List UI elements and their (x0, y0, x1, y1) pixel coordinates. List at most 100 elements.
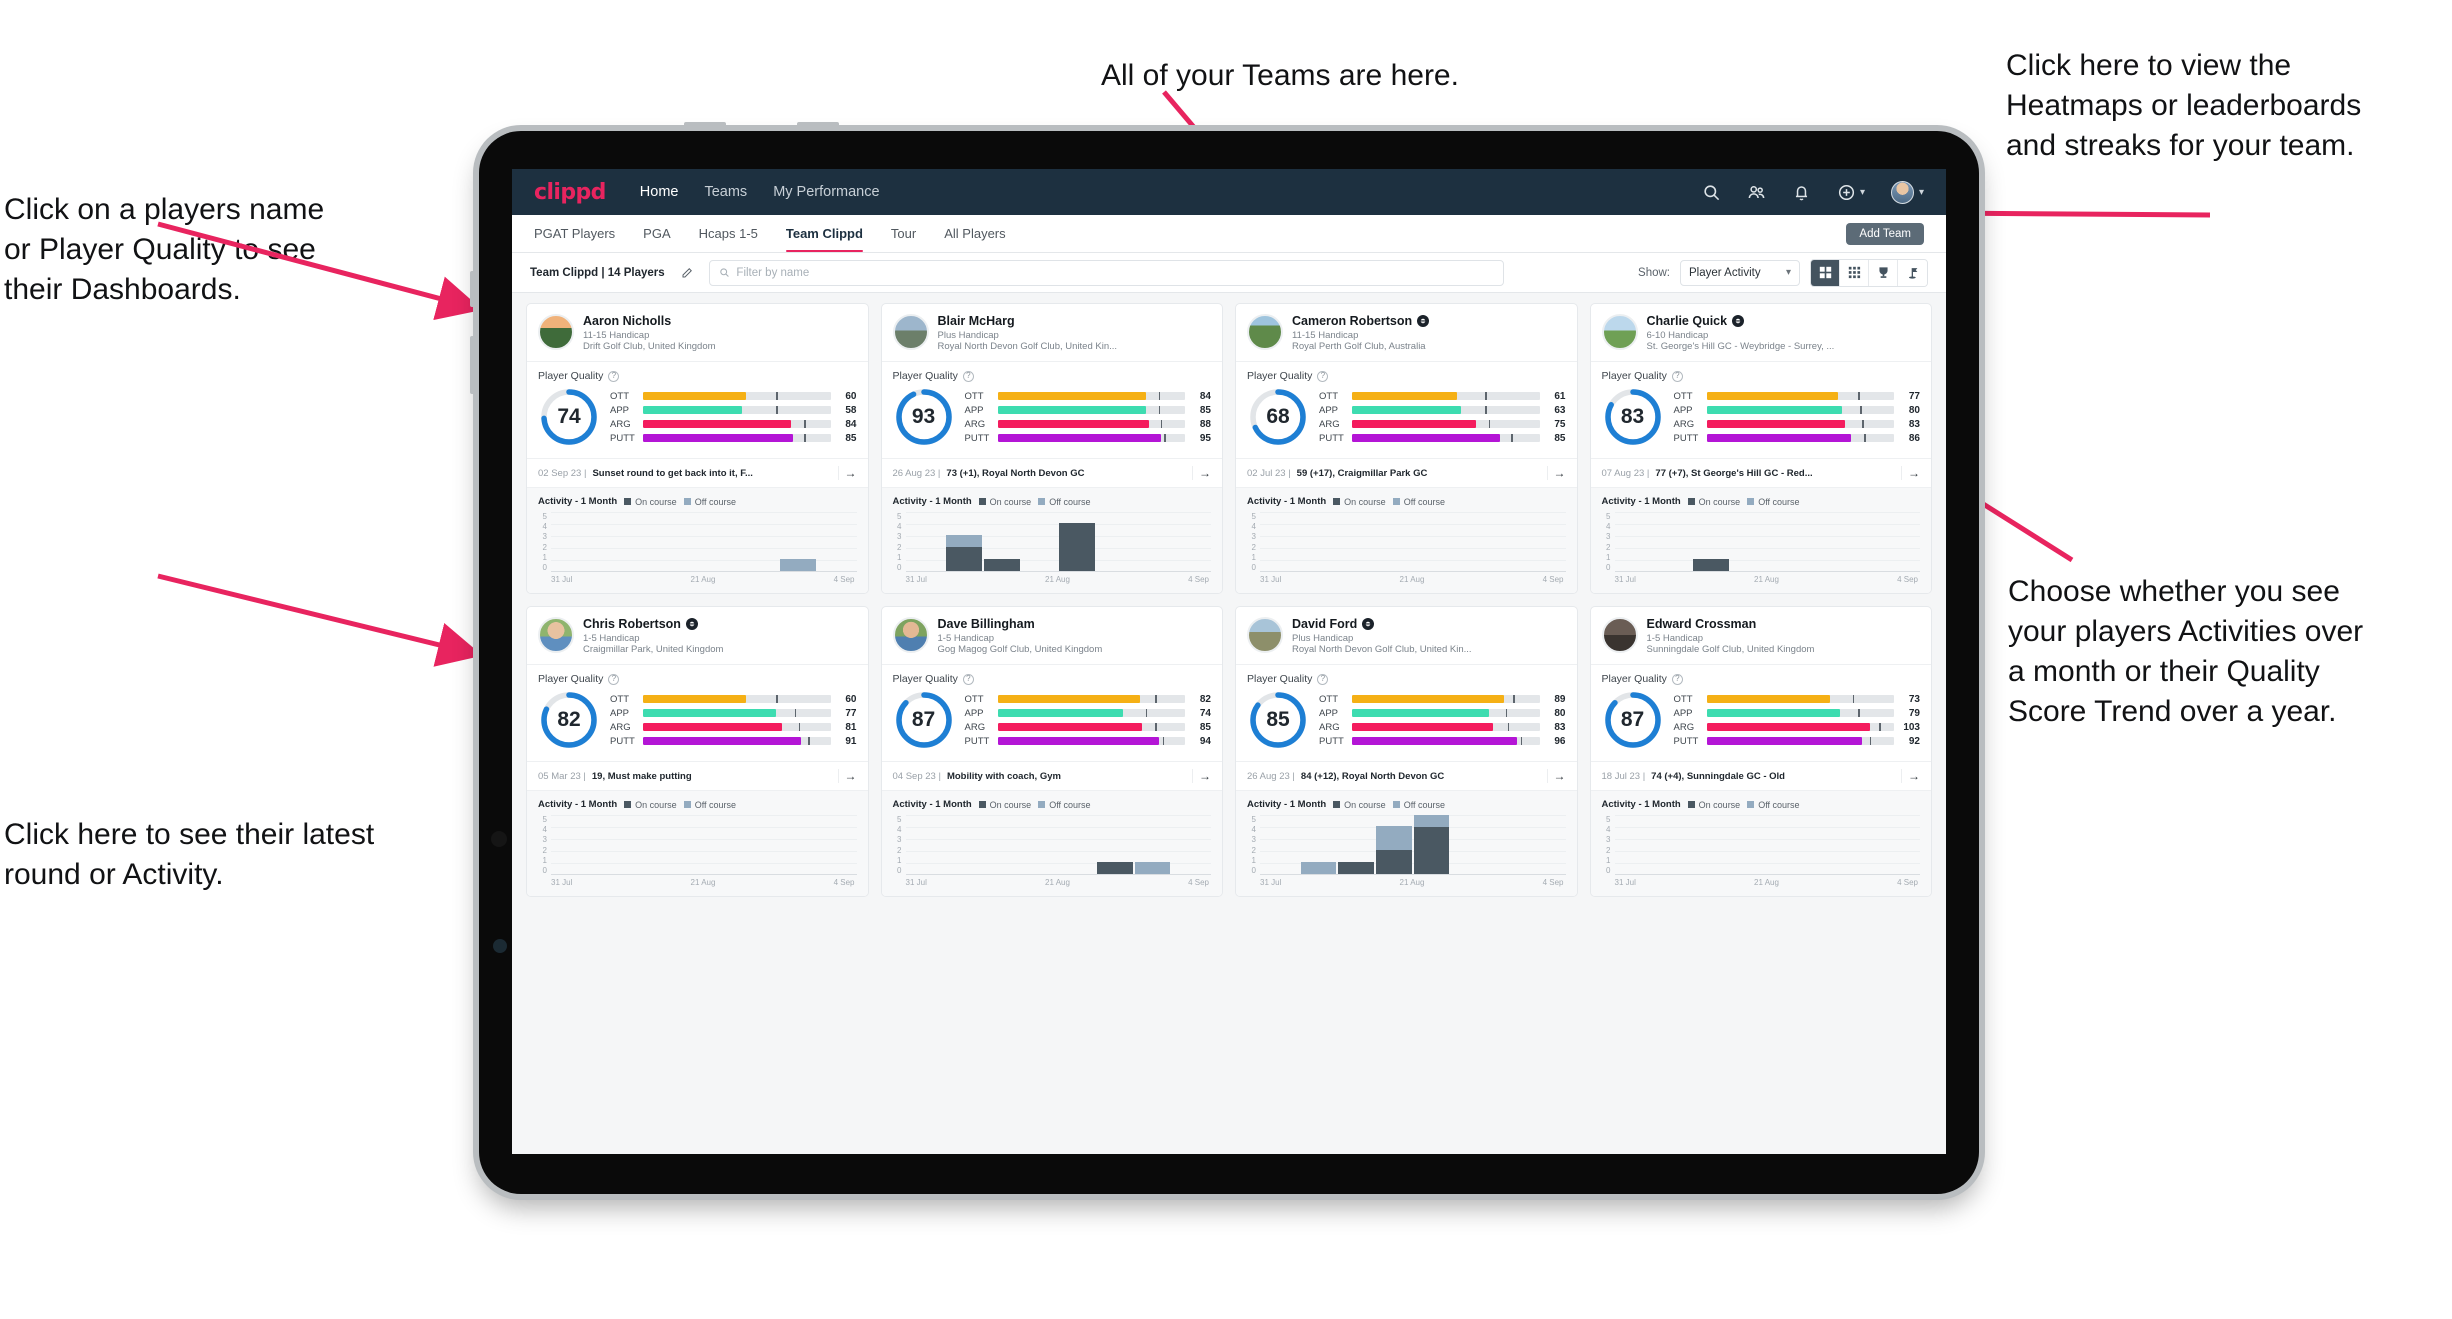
grid-view-icon[interactable] (1811, 259, 1840, 286)
arrow-right-icon[interactable]: → (1192, 769, 1211, 783)
help-icon[interactable]: ? (1671, 673, 1683, 685)
quality-score-donut[interactable]: 82 (538, 689, 600, 751)
latest-round-row[interactable]: 04 Sep 23 | Mobility with coach, Gym → (881, 761, 1222, 790)
activity-bar-chart: 543210 (893, 512, 1211, 572)
latest-round-row[interactable]: 26 Aug 23 | 73 (+1), Royal North Devon GC… (881, 458, 1222, 487)
help-icon[interactable]: ? (608, 370, 620, 382)
player-name-link[interactable]: Aaron Nicholls (583, 314, 671, 328)
help-icon[interactable]: ? (962, 370, 974, 382)
player-card[interactable]: David Ford Plus Handicap Royal North Devon… (1235, 606, 1578, 897)
player-quality-section[interactable]: Player Quality? 82 OTT 60 APP 77 ARG 81 PUTT 91 (527, 664, 868, 761)
nav-link-teams[interactable]: Teams (704, 184, 747, 200)
metric-benchmark-tick (804, 420, 806, 428)
trophy-leaderboard-icon[interactable] (1869, 259, 1898, 286)
tab-tour[interactable]: Tour (891, 215, 916, 252)
plus-circle-icon[interactable] (1837, 183, 1856, 202)
player-card[interactable]: Blair McHarg Plus Handicap Royal North Dev… (880, 303, 1223, 594)
tablet-sensor (493, 939, 507, 953)
search-icon[interactable] (1702, 183, 1721, 202)
quality-score-donut[interactable]: 87 (893, 689, 955, 751)
avatar[interactable] (1247, 617, 1283, 653)
quality-score-donut[interactable]: 87 (1602, 689, 1664, 751)
y-tick: 1 (897, 552, 902, 562)
avatar[interactable] (538, 617, 574, 653)
avatar[interactable] (1890, 180, 1914, 204)
add-team-button[interactable]: Add Team (1846, 222, 1924, 245)
tab-all-players[interactable]: All Players (944, 215, 1005, 252)
player-name-link[interactable]: Cameron Robertson (1292, 314, 1412, 328)
arrow-right-icon[interactable]: → (1546, 466, 1566, 480)
player-name-link[interactable]: Charlie Quick (1647, 314, 1728, 328)
player-card[interactable]: Cameron Robertson 11-15 Handicap Royal Per… (1235, 303, 1578, 594)
player-quality-section[interactable]: Player Quality? 93 OTT 84 APP 85 ARG 88 PUTT 95 (881, 361, 1222, 458)
latest-round-row[interactable]: 02 Jul 23 | 59 (+17), Craigmillar Park GC… (1236, 458, 1577, 487)
player-quality-section[interactable]: Player Quality? 83 OTT 77 APP 80 ARG 83 PUTT 86 (1590, 361, 1931, 458)
quality-score-donut[interactable]: 93 (893, 386, 955, 448)
activity-y-axis: 543210 (893, 512, 902, 572)
arrow-right-icon[interactable]: → (1901, 769, 1920, 783)
arrow-right-icon[interactable]: → (1192, 466, 1211, 480)
heatmap-flag-icon[interactable] (1898, 259, 1927, 286)
tab-team-clippd[interactable]: Team Clippd (785, 215, 863, 252)
avatar[interactable] (892, 617, 929, 653)
tab-hcaps-1-5[interactable]: Hcaps 1-5 (699, 215, 758, 252)
avatar[interactable] (1247, 314, 1283, 350)
latest-round-row[interactable]: 05 Mar 23 | 19, Must make putting → (527, 761, 868, 790)
search-input[interactable] (736, 266, 1494, 279)
player-quality-section[interactable]: Player Quality? 74 OTT 60 APP 58 ARG 84 PUTT 85 (527, 361, 868, 458)
player-name-link[interactable]: Chris Robertson (583, 617, 681, 631)
avatar[interactable] (1601, 617, 1638, 653)
bell-icon[interactable] (1792, 183, 1811, 202)
arrow-right-icon[interactable]: → (1546, 769, 1566, 783)
avatar[interactable] (538, 314, 574, 350)
user-menu[interactable]: ▾ (1890, 180, 1924, 204)
tab-pga[interactable]: PGA (643, 215, 670, 252)
latest-round-row[interactable]: 26 Aug 23 | 84 (+12), Royal North Devon G… (1236, 761, 1577, 790)
create-menu[interactable]: ▾ (1837, 183, 1865, 202)
player-quality-section[interactable]: Player Quality? 87 OTT 73 APP 79 ARG 103 PUTT 92 (1590, 664, 1931, 761)
player-quality-section[interactable]: Player Quality? 87 OTT 82 APP 74 ARG 85 PUTT 94 (881, 664, 1222, 761)
player-quality-section[interactable]: Player Quality? 68 OTT 61 APP 63 ARG 75 PUTT 85 (1236, 361, 1577, 458)
help-icon[interactable]: ? (608, 673, 620, 685)
dense-grid-view-icon[interactable] (1840, 259, 1869, 286)
avatar[interactable] (1601, 314, 1638, 350)
quality-score-donut[interactable]: 83 (1602, 386, 1664, 448)
help-icon[interactable]: ? (962, 673, 974, 685)
player-card[interactable]: Edward Crossman 1-5 Handicap Sunningdale G… (1589, 606, 1932, 897)
metric-label: PUTT (1319, 432, 1344, 444)
player-identity: Chris Robertson 1-5 Handicap Craigmillar P… (583, 617, 723, 655)
arrow-right-icon[interactable]: → (837, 769, 857, 783)
arrow-right-icon[interactable]: → (837, 466, 857, 480)
player-name-link[interactable]: Blair McHarg (938, 314, 1015, 328)
edit-team-button[interactable] (675, 261, 699, 285)
quality-score-donut[interactable]: 74 (538, 386, 600, 448)
show-select[interactable]: Player Activity ▾ (1680, 259, 1800, 286)
people-icon[interactable] (1747, 183, 1766, 202)
clippd-logo[interactable]: clippd (534, 180, 606, 205)
player-name-link[interactable]: Edward Crossman (1647, 617, 1757, 631)
player-quality-title-row: Player Quality? (893, 370, 1212, 382)
player-card[interactable]: Charlie Quick 6-10 Handicap St. George's H… (1589, 303, 1932, 594)
player-card[interactable]: Aaron Nicholls 11-15 Handicap Drift Golf C… (526, 303, 869, 594)
legend-on-course: On course (1333, 497, 1386, 507)
help-icon[interactable]: ? (1317, 673, 1329, 685)
metric-bar-track (1706, 695, 1894, 703)
help-icon[interactable]: ? (1317, 370, 1329, 382)
avatar[interactable] (892, 314, 929, 350)
latest-round-row[interactable]: 18 Jul 23 | 74 (+4), Sunningdale GC - Old… (1590, 761, 1931, 790)
nav-link-my-performance[interactable]: My Performance (773, 184, 879, 200)
nav-link-home[interactable]: Home (640, 184, 679, 200)
player-name-link[interactable]: David Ford (1292, 617, 1357, 631)
search-field-wrapper[interactable] (708, 259, 1504, 286)
latest-round-row[interactable]: 02 Sep 23 | Sunset round to get back into… (527, 458, 868, 487)
player-name-link[interactable]: Dave Billingham (938, 617, 1035, 631)
player-card[interactable]: Chris Robertson 1-5 Handicap Craigmillar P… (526, 606, 869, 897)
player-quality-section[interactable]: Player Quality? 85 OTT 89 APP 80 ARG 83 PUTT 96 (1236, 664, 1577, 761)
latest-round-row[interactable]: 07 Aug 23 | 77 (+7), St George's Hill GC … (1590, 458, 1931, 487)
help-icon[interactable]: ? (1671, 370, 1683, 382)
quality-score-donut[interactable]: 85 (1247, 689, 1309, 751)
player-card[interactable]: Dave Billingham 1-5 Handicap Gog Magog Gol… (880, 606, 1223, 897)
tab-pgat-players[interactable]: PGAT Players (534, 215, 615, 252)
quality-score-donut[interactable]: 68 (1247, 386, 1309, 448)
arrow-right-icon[interactable]: → (1901, 466, 1920, 480)
